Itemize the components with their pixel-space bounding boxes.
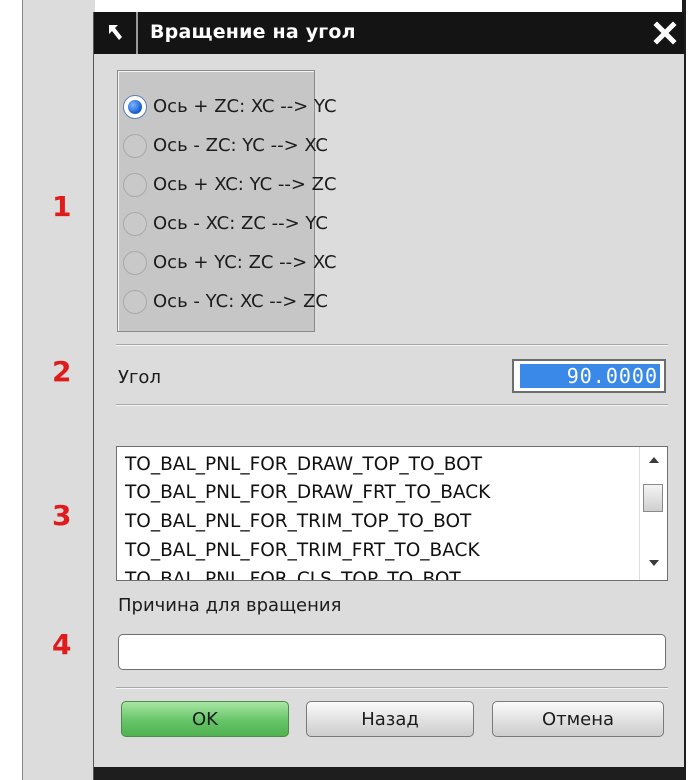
cancel-button[interactable]: Отмена <box>492 701 664 737</box>
radio-label: Ось + ZC: XC --> YC <box>153 96 337 117</box>
rotation-reason-list[interactable]: TO_BAL_PNL_FOR_DRAW_TOP_TO_BOT TO_BAL_PN… <box>116 446 668 581</box>
radio-option-minus-xc[interactable]: Ось - XC: ZC --> YC <box>118 208 328 244</box>
radio-button[interactable] <box>123 212 147 236</box>
title-bar[interactable]: Вращение на угол <box>94 12 684 54</box>
dialog-title: Вращение на угол <box>150 21 356 43</box>
radio-label: Ось + XC: YC --> ZC <box>153 174 337 195</box>
angle-input[interactable]: 90.0000 <box>512 359 666 393</box>
reason-label: Причина для вращения <box>118 595 342 616</box>
background-panel-left <box>22 0 95 780</box>
step-number-1: 1 <box>52 190 72 223</box>
separator <box>116 344 668 345</box>
list-scrollbar[interactable] <box>639 447 667 580</box>
radio-label: Ось - XC: ZC --> YC <box>153 213 328 234</box>
window-bottom-border <box>94 767 684 780</box>
radio-option-plus-xc[interactable]: Ось + XC: YC --> ZC <box>118 169 337 205</box>
radio-option-plus-yc[interactable]: Ось + YC: ZC --> XC <box>118 247 337 283</box>
radio-selected-dot <box>128 100 142 114</box>
radio-button[interactable] <box>123 251 147 275</box>
step-number-3: 3 <box>52 499 72 532</box>
title-separator <box>136 12 138 54</box>
step-number-2: 2 <box>52 355 72 388</box>
separator <box>116 404 668 405</box>
radio-button-checked[interactable] <box>123 95 147 119</box>
scroll-down-icon[interactable] <box>649 560 659 566</box>
list-item[interactable]: TO_BAL_PNL_FOR_TRIM_FRT_TO_BACK <box>125 540 480 561</box>
radio-button[interactable] <box>123 134 147 158</box>
radio-label: Ось - ZC: YC --> XC <box>153 135 328 156</box>
radio-option-minus-zc[interactable]: Ось - ZC: YC --> XC <box>118 130 328 166</box>
radio-option-minus-yc[interactable]: Ось - YC: XC --> ZC <box>118 286 328 322</box>
list-item[interactable]: TO_BAL_PNL_FOR_TRIM_TOP_TO_BOT <box>125 511 471 532</box>
radio-option-plus-zc[interactable]: Ось + ZC: XC --> YC <box>118 91 337 127</box>
radio-label: Ось + YC: ZC --> XC <box>153 252 337 273</box>
close-icon[interactable] <box>650 18 680 48</box>
angle-value-selected: 90.0000 <box>520 364 660 388</box>
ok-button[interactable]: OK <box>121 701 289 737</box>
separator <box>116 687 668 688</box>
step-number-4: 4 <box>52 628 72 661</box>
list-item[interactable]: TO_BAL_PNL_FOR_DRAW_TOP_TO_BOT <box>125 454 482 475</box>
radio-button[interactable] <box>123 173 147 197</box>
rotate-angle-dialog: Вращение на угол Ось + ZC: XC --> YC Ось… <box>93 12 684 780</box>
list-item[interactable]: TO_BAL_PNL_FOR_DRAW_FRT_TO_BACK <box>125 482 490 503</box>
scroll-up-icon[interactable] <box>649 457 659 463</box>
dialog-tool-icon <box>109 25 122 40</box>
back-button[interactable]: Назад <box>306 701 474 737</box>
rotation-axis-group: Ось + ZC: XC --> YC Ось - ZC: YC --> XC … <box>117 70 337 332</box>
reason-input[interactable] <box>118 634 666 670</box>
angle-label: Угол <box>118 367 161 388</box>
scrollbar-thumb[interactable] <box>643 484 663 512</box>
radio-label: Ось - YC: XC --> ZC <box>153 291 328 312</box>
radio-button[interactable] <box>123 290 147 314</box>
list-item[interactable]: TO_BAL_PNL_FOR_CLS_TOP_TO_BOT <box>125 569 461 580</box>
